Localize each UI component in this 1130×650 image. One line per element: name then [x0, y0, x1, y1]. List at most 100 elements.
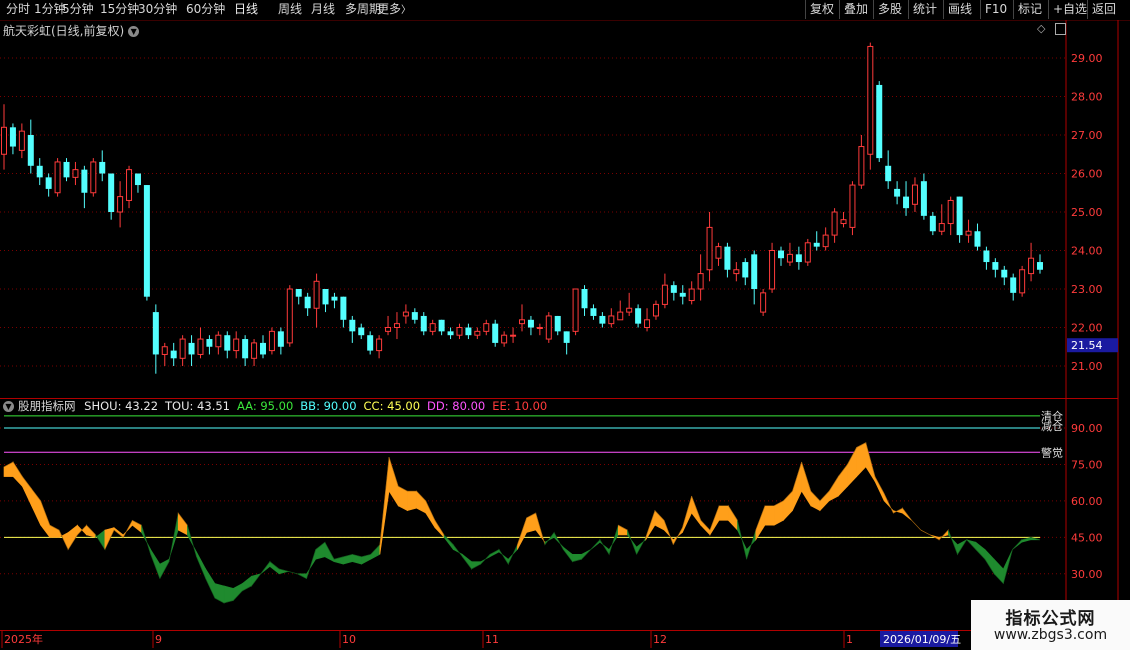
candle-body [376, 338, 383, 352]
period-tab-8[interactable]: 月线 [311, 0, 335, 19]
indicator-band-segment [654, 509, 665, 531]
candle-body [54, 161, 61, 194]
candle-body [492, 323, 499, 343]
label-reduce: 减仓 [1041, 419, 1063, 433]
period-tab-1[interactable]: 1分钟 [34, 0, 66, 19]
candle-body [420, 315, 427, 332]
indicator-tick-label: 75.00 [1071, 458, 1103, 471]
candle-body [1001, 269, 1008, 278]
candle-body [903, 196, 910, 209]
candle-body [9, 127, 16, 147]
period-tab-5[interactable]: 60分钟 [186, 0, 225, 19]
window-toggle-icon[interactable] [1055, 23, 1066, 35]
candle-body [992, 262, 999, 270]
shou-line [3, 442, 1041, 604]
candle-body [367, 335, 374, 351]
candle-body [224, 335, 231, 351]
toolbar-button-0[interactable]: 复权 [805, 0, 838, 19]
indicator-value-4: CC: 45.00 [363, 399, 421, 413]
candle-body [117, 196, 124, 213]
candle-body [590, 308, 597, 316]
candle-body [411, 312, 418, 320]
candle-body [242, 339, 249, 359]
candle-body [956, 196, 963, 236]
indicator-band-segment [425, 500, 436, 529]
candle-body [349, 319, 356, 332]
period-tab-9[interactable]: 多周期 [345, 0, 381, 19]
price-tick-label: 26.00 [1071, 168, 1103, 181]
toolbar-button-5[interactable]: F10 [980, 0, 1011, 19]
indicator-tick-label: 45.00 [1071, 531, 1103, 544]
indicator-value-2: AA: 95.00 [236, 399, 294, 413]
candle-body [63, 161, 70, 178]
indicator-header: ▼ 股朋指标网 SHOU: 43.22 TOU: 43.51 AA: 95.00 BB:… [3, 398, 554, 414]
indicator-band-segment [49, 524, 60, 538]
indicator-chart[interactable]: 90.0075.0060.0045.0030.00清仓减仓警觉 [0, 398, 1130, 630]
toolbar-button-7[interactable]: +自选 [1048, 0, 1091, 19]
candle-body [72, 169, 79, 178]
candle-body [510, 334, 517, 337]
chevron-down-icon[interactable]: ▼ [3, 401, 14, 412]
candle-body [679, 292, 686, 297]
candle-body [36, 165, 43, 178]
indicator-band-segment [397, 485, 408, 512]
candle-body [876, 84, 883, 159]
chevron-down-icon[interactable]: ▼ [128, 26, 140, 37]
candle-body [1028, 257, 1035, 275]
toolbar-button-4[interactable]: 画线 [943, 0, 976, 19]
toolbar-button-1[interactable]: 叠加 [839, 0, 872, 19]
stock-title-text: 航天彩虹(日线,前复权) [3, 24, 125, 38]
period-tab-0[interactable]: 分时 [6, 0, 30, 19]
time-tick-label: 9 [155, 633, 162, 646]
toolbar-button-6[interactable]: 标记 [1013, 0, 1046, 19]
candle-body [108, 173, 115, 212]
candle-body [340, 296, 347, 320]
price-tick-label: 25.00 [1071, 206, 1103, 219]
period-tab-2[interactable]: 5分钟 [62, 0, 94, 19]
period-tab-4[interactable]: 30分钟 [138, 0, 177, 19]
candle-body [911, 184, 918, 205]
period-tab-10[interactable]: 更多〉 [377, 0, 411, 19]
indicator-band-segment [205, 567, 216, 599]
watermark-url: www.zbgs3.com [993, 627, 1108, 643]
candle-body [483, 323, 490, 332]
indicator-band-segment [1021, 536, 1032, 543]
settings-diamond-icon[interactable]: ◇ [1037, 22, 1045, 35]
indicator-band-segment [838, 463, 848, 497]
current-price-label: 21.54 [1071, 339, 1103, 352]
period-tab-3[interactable]: 15分钟 [100, 0, 139, 19]
candle-body [304, 296, 311, 309]
indicator-band-segment [31, 487, 41, 526]
indicator-band-segment [993, 558, 1004, 585]
candle-body [813, 242, 820, 247]
indicator-band-segment [617, 524, 628, 536]
candle-body [563, 331, 570, 343]
candlestick-chart[interactable]: 29.00 28.00 27.00 26.00 25.00 24.00 23.00 22.00… [0, 20, 1130, 398]
candle-body [965, 230, 972, 236]
candle-body [599, 315, 606, 324]
candle-body [313, 280, 320, 309]
indicator-band-segment [718, 505, 729, 521]
candle-body [81, 169, 88, 193]
period-tab-7[interactable]: 周线 [278, 0, 302, 19]
candle-body [804, 242, 811, 263]
toolbar-button-8[interactable]: 返回 [1087, 0, 1120, 19]
toolbar-button-2[interactable]: 多股 [873, 0, 906, 19]
period-tab-6[interactable]: 日线 [234, 0, 258, 19]
toolbar-button-3[interactable]: 统计 [908, 0, 941, 19]
candle-body [867, 45, 874, 155]
indicator-value-5: DD: 80.00 [427, 399, 486, 413]
chevron-right-icon: 〉 [401, 5, 412, 16]
candle-body [885, 165, 892, 182]
indicator-band-segment [764, 505, 775, 526]
candle-body [920, 181, 927, 216]
candle-body [715, 246, 722, 259]
candle-body [760, 292, 767, 313]
price-tick-label: 22.00 [1071, 322, 1103, 335]
candle-body [733, 269, 740, 275]
indicator-band-segment [95, 529, 106, 551]
price-tick-label: 29.00 [1071, 52, 1103, 65]
candle-body [554, 315, 561, 332]
indicator-band-segment [700, 519, 711, 536]
indicator-tick-label: 60.00 [1071, 495, 1103, 508]
